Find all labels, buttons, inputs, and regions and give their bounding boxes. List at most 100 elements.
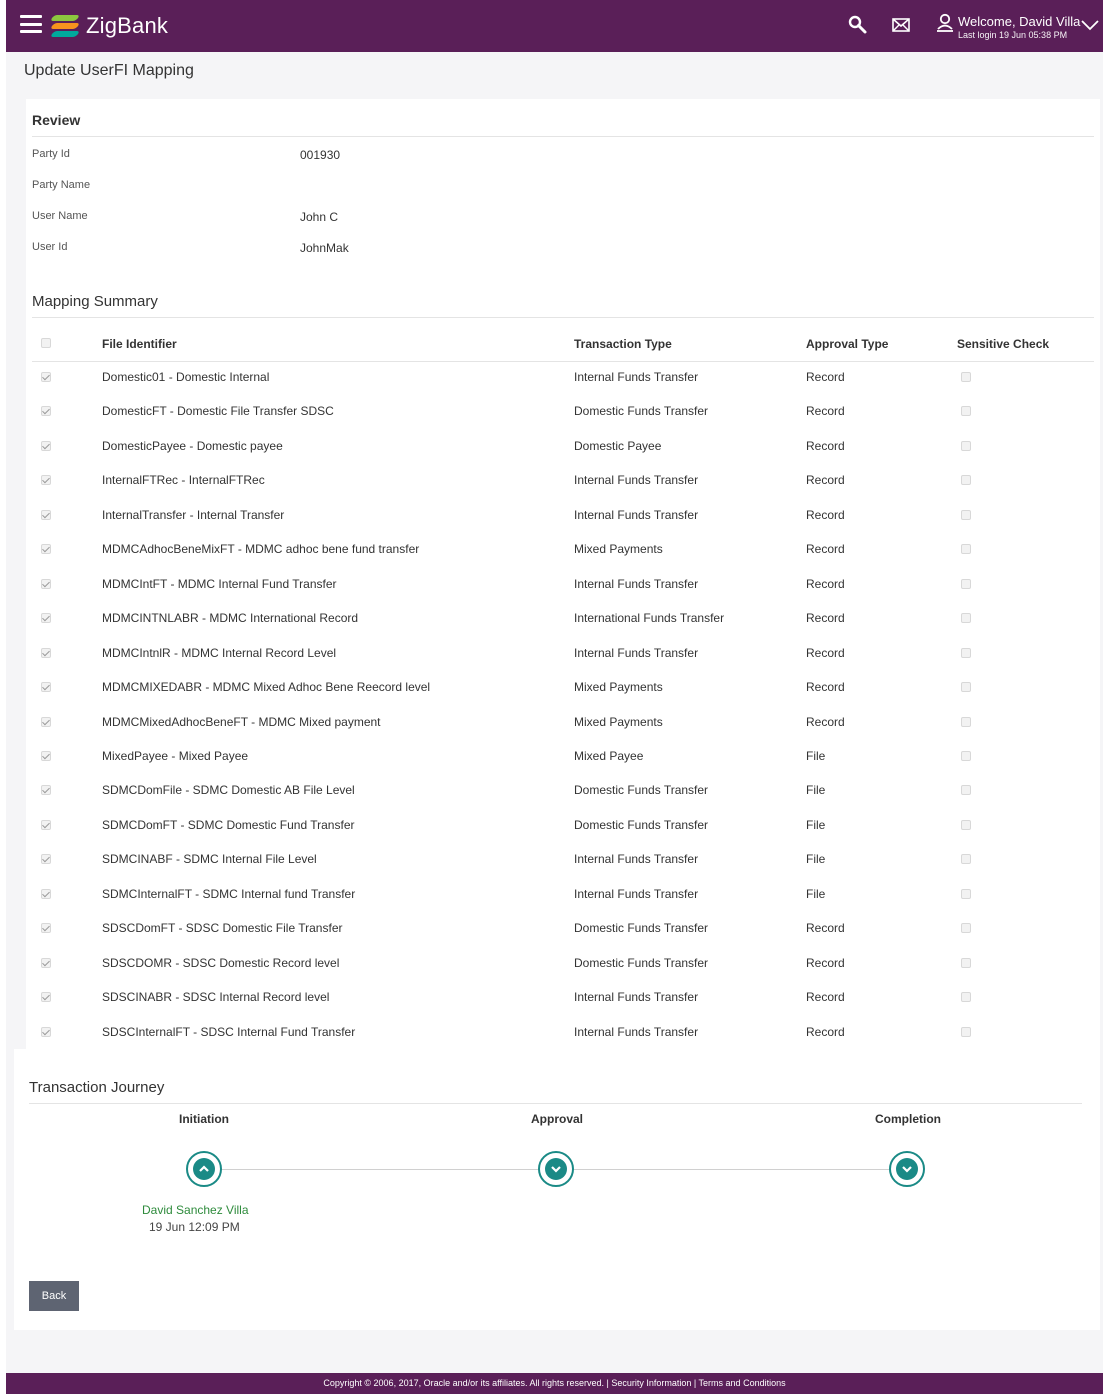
review-field-label: Party Id [32,148,70,160]
approval-type-cell: Record [806,680,845,694]
file-identifier-cell: SDSCInternalFT - SDSC Internal Fund Tran… [102,1025,356,1039]
approval-type-cell: Record [806,404,845,418]
sensitive-check-checkbox[interactable] [961,1027,971,1037]
file-identifier-cell: DomesticFT - Domestic File Transfer SDSC [102,404,334,418]
top-header: ZigBank Welcome, David Villa Last login … [6,0,1103,52]
row-select-checkbox[interactable] [41,579,51,589]
menu-icon[interactable] [20,15,42,33]
welcome-text: Welcome, David Villa [958,14,1081,29]
transaction-type-cell: Internal Funds Transfer [574,852,699,866]
row-select-checkbox[interactable] [41,1027,51,1037]
file-identifier-cell: MDMCAdhocBeneMixFT - MDMC adhoc bene fun… [102,542,420,556]
select-all-checkbox[interactable] [41,338,51,348]
transaction-type-cell: Internal Funds Transfer [574,646,699,660]
sensitive-check-checkbox[interactable] [961,613,971,623]
transaction-type-cell: Internal Funds Transfer [574,1025,699,1039]
row-select-checkbox[interactable] [41,544,51,554]
transaction-type-cell: Internal Funds Transfer [574,577,699,591]
row-select-checkbox[interactable] [41,682,51,692]
file-identifier-cell: MDMCMixedAdhocBeneFT - MDMC Mixed paymen… [102,715,381,729]
row-select-checkbox[interactable] [41,992,51,1002]
sensitive-check-checkbox[interactable] [961,717,971,727]
chevron-down-icon[interactable] [1080,18,1100,32]
row-select-checkbox[interactable] [41,958,51,968]
back-button[interactable]: Back [29,1281,79,1311]
row-select-checkbox[interactable] [41,441,51,451]
mail-icon[interactable] [892,17,910,33]
sensitive-check-checkbox[interactable] [961,579,971,589]
chevron-down-icon [551,1166,561,1173]
sensitive-check-checkbox[interactable] [961,785,971,795]
row-select-checkbox[interactable] [41,854,51,864]
step-completion-toggle[interactable] [889,1151,925,1187]
sensitive-check-checkbox[interactable] [961,544,971,554]
row-select-checkbox[interactable] [41,613,51,623]
initiator-name: David Sanchez Villa [142,1203,249,1217]
row-select-checkbox[interactable] [41,889,51,899]
initiated-time: 19 Jun 12:09 PM [149,1220,240,1234]
review-field-value: 001930 [300,148,341,162]
file-identifier-cell: SDMCDomFT - SDMC Domestic Fund Transfer [102,818,355,832]
sensitive-check-checkbox[interactable] [961,475,971,485]
sensitive-check-checkbox[interactable] [961,510,971,520]
file-identifier-cell: DomesticPayee - Domestic payee [102,439,283,453]
divider [32,317,1094,318]
sensitive-check-checkbox[interactable] [961,958,971,968]
file-identifier-cell: SDSCDOMR - SDSC Domestic Record level [102,956,340,970]
review-heading: Review [32,112,81,128]
file-identifier-cell: MDMCIntFT - MDMC Internal Fund Transfer [102,577,337,591]
review-card [26,99,1100,1049]
sensitive-check-checkbox[interactable] [961,889,971,899]
column-header-approval-type: Approval Type [806,337,889,351]
user-icon[interactable] [936,13,954,33]
sensitive-check-checkbox[interactable] [961,372,971,382]
last-login-text: Last login 19 Jun 05:38 PM [958,30,1068,40]
approval-type-cell: Record [806,646,845,660]
row-select-checkbox[interactable] [41,751,51,761]
approval-type-cell: File [806,749,826,763]
step-approval-toggle[interactable] [538,1151,574,1187]
approval-type-cell: File [806,887,826,901]
transaction-type-cell: Mixed Payments [574,542,663,556]
row-select-checkbox[interactable] [41,923,51,933]
sensitive-check-checkbox[interactable] [961,820,971,830]
row-select-checkbox[interactable] [41,475,51,485]
row-select-checkbox[interactable] [41,648,51,658]
sensitive-check-checkbox[interactable] [961,406,971,416]
sensitive-check-checkbox[interactable] [961,992,971,1002]
sensitive-check-checkbox[interactable] [961,648,971,658]
welcome-block[interactable]: Welcome, David Villa Last login 19 Jun 0… [958,14,1080,40]
sensitive-check-checkbox[interactable] [961,923,971,933]
transaction-type-cell: Internal Funds Transfer [574,887,699,901]
divider [29,1103,1082,1104]
review-field-value: John C [300,210,339,224]
journey-card [14,1049,1100,1330]
transaction-type-cell: Domestic Payee [574,439,662,453]
search-icon[interactable] [848,15,868,35]
sensitive-check-checkbox[interactable] [961,751,971,761]
row-select-checkbox[interactable] [41,785,51,795]
row-select-checkbox[interactable] [41,820,51,830]
step-initiation-toggle[interactable] [186,1151,222,1187]
sensitive-check-checkbox[interactable] [961,854,971,864]
approval-type-cell: Record [806,921,845,935]
file-identifier-cell: MDMCIntnlR - MDMC Internal Record Level [102,646,337,660]
row-select-checkbox[interactable] [41,717,51,727]
approval-type-cell: File [806,818,826,832]
transaction-type-cell: Mixed Payee [574,749,644,763]
row-select-checkbox[interactable] [41,372,51,382]
approval-type-cell: Record [806,956,845,970]
transaction-type-cell: Internal Funds Transfer [574,508,699,522]
divider [32,136,1094,137]
brand-logo[interactable]: ZigBank [49,10,168,42]
sensitive-check-checkbox[interactable] [961,682,971,692]
approval-type-cell: Record [806,508,845,522]
transaction-type-cell: International Funds Transfer [574,611,725,625]
file-identifier-cell: MDMCINTNLABR - MDMC International Record [102,611,359,625]
row-select-checkbox[interactable] [41,406,51,416]
step-label-completion: Completion [875,1112,941,1126]
sensitive-check-checkbox[interactable] [961,441,971,451]
approval-type-cell: Record [806,577,845,591]
row-select-checkbox[interactable] [41,510,51,520]
approval-type-cell: Record [806,715,845,729]
